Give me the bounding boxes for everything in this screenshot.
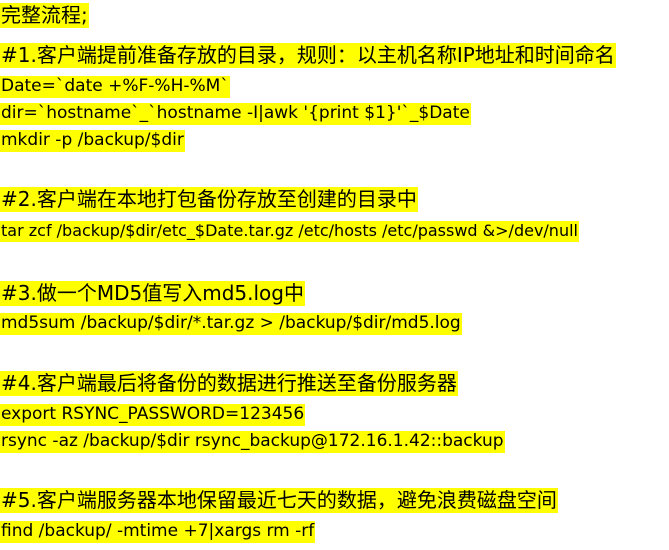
command-text: rsync -az /backup/$dir rsync_backup@172.… [0, 431, 505, 453]
command-text: dir=`hostname`_`hostname -I|awk '{print … [0, 103, 471, 125]
section-4-command-1: export RSYNC_PASSWORD=123456 [0, 404, 306, 426]
section-heading-text: #4.客户端最后将备份的数据进行推送至备份服务器 [0, 371, 458, 396]
command-text: find /backup/ -mtime +7|xargs rm -rf [0, 521, 316, 543]
section-3-heading: #3.做一个MD5值写入md5.log中 [0, 281, 305, 306]
section-2-heading: #2.客户端在本地打包备份存放至创建的目录中 [0, 187, 418, 212]
command-text: export RSYNC_PASSWORD=123456 [0, 404, 306, 426]
section-4-heading: #4.客户端最后将备份的数据进行推送至备份服务器 [0, 371, 458, 396]
section-1-heading: #1.客户端提前准备存放的目录，规则：以主机名称IP地址和时间命名 [0, 43, 616, 68]
section-heading-text: #2.客户端在本地打包备份存放至创建的目录中 [0, 187, 418, 212]
command-text: tar zcf /backup/$dir/etc_$Date.tar.gz /e… [0, 221, 579, 242]
section-1-command-2: dir=`hostname`_`hostname -I|awk '{print … [0, 103, 471, 125]
section-3-command-1: md5sum /backup/$dir/*.tar.gz > /backup/$… [0, 313, 462, 335]
command-text: Date=`date +%F-%H-%M` [0, 76, 230, 98]
doc-title-text: 完整流程; [0, 3, 89, 28]
section-5-command-1: find /backup/ -mtime +7|xargs rm -rf [0, 521, 316, 543]
section-1-command-1: Date=`date +%F-%H-%M` [0, 76, 230, 98]
section-1-command-3: mkdir -p /backup/$dir [0, 130, 185, 152]
section-heading-text: #5.客户端服务器本地保留最近七天的数据，避免浪费磁盘空间 [0, 488, 558, 513]
section-2-command-1: tar zcf /backup/$dir/etc_$Date.tar.gz /e… [0, 221, 579, 242]
command-text: md5sum /backup/$dir/*.tar.gz > /backup/$… [0, 313, 462, 335]
command-text: mkdir -p /backup/$dir [0, 130, 185, 152]
section-5-heading: #5.客户端服务器本地保留最近七天的数据，避免浪费磁盘空间 [0, 488, 558, 513]
section-4-command-2: rsync -az /backup/$dir rsync_backup@172.… [0, 431, 505, 453]
section-heading-text: #3.做一个MD5值写入md5.log中 [0, 281, 305, 306]
doc-title: 完整流程; [0, 3, 89, 28]
section-heading-text: #1.客户端提前准备存放的目录，规则：以主机名称IP地址和时间命名 [0, 43, 616, 68]
